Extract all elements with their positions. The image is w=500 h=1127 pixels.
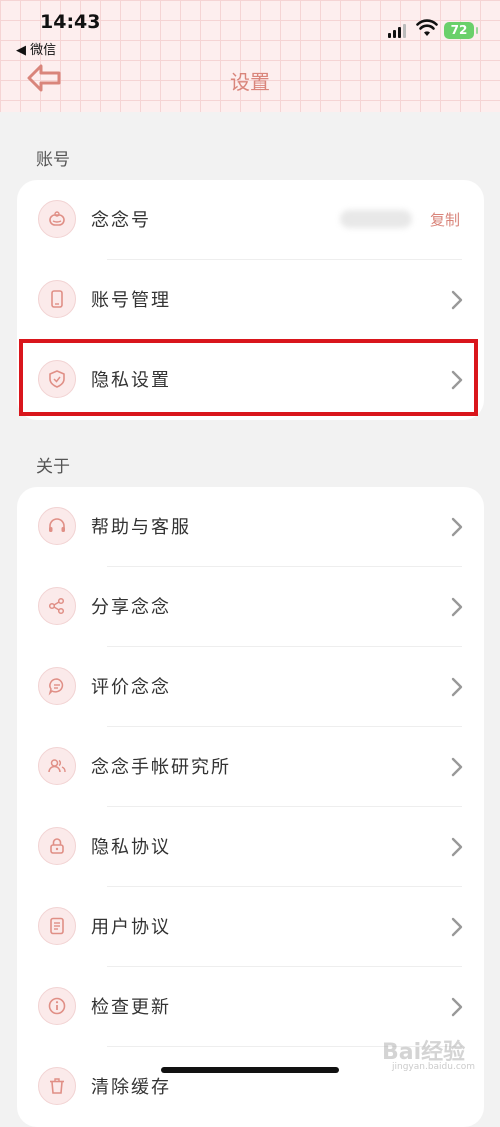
chevron-right-icon [451,290,463,310]
chevron-right-icon [451,997,463,1017]
lock-icon [38,827,76,865]
signal-icon [388,22,408,38]
section-label-account: 账号 [36,150,70,170]
phone-icon [38,280,76,318]
row-label: 帮助与客服 [91,517,191,538]
header: 14:43 ◀ 微信 72 设置 [0,0,500,112]
row-label: 用户协议 [91,917,171,938]
chevron-right-icon [451,917,463,937]
row-help-support[interactable]: 帮助与客服 [17,487,484,567]
wifi-icon [416,19,438,36]
row-label: 账号管理 [91,290,171,311]
row-label: 评价念念 [91,677,171,698]
row-share-app[interactable]: 分享念念 [17,567,484,647]
share-icon [38,587,76,625]
page-title: 设置 [230,70,270,94]
chevron-right-icon [451,517,463,537]
row-label: 念念手帐研究所 [91,757,231,778]
section-label-about: 关于 [36,457,70,477]
highlight-box [19,339,478,416]
copy-button[interactable]: 复制 [430,209,460,230]
robot-icon [38,200,76,238]
home-indicator [161,1067,339,1073]
row-label: 检查更新 [91,997,171,1018]
chevron-right-icon [451,597,463,617]
battery-icon: 72 [444,22,478,39]
row-nian-id[interactable]: 念念号 复制 [17,180,484,260]
row-label: 念念号 [91,210,151,231]
trash-icon [38,1067,76,1105]
row-privacy-agreement[interactable]: 隐私协议 [17,807,484,887]
chevron-right-icon [451,837,463,857]
users-icon [38,747,76,785]
row-label: 清除缓存 [91,1077,171,1098]
row-label: 分享念念 [91,597,171,618]
row-label: 隐私协议 [91,837,171,858]
info-icon [38,987,76,1025]
watermark-url: jingyan.baidu.com [392,1062,476,1072]
row-user-agreement[interactable]: 用户协议 [17,887,484,967]
nian-id-value-blurred [340,210,412,228]
row-rate-app[interactable]: 评价念念 [17,647,484,727]
row-account-management[interactable]: 账号管理 [17,260,484,340]
chevron-right-icon [451,677,463,697]
row-research-institute[interactable]: 念念手帐研究所 [17,727,484,807]
status-time: 14:43 [40,11,101,33]
chevron-right-icon [451,757,463,777]
chat-icon [38,667,76,705]
back-to-app-link[interactable]: ◀ 微信 [16,39,56,58]
headset-icon [38,507,76,545]
about-card: 帮助与客服 分享念念 评价念念 念念手帐研究所 隐私协议 用户协议 检查更新 清… [17,487,484,1127]
document-icon [38,907,76,945]
